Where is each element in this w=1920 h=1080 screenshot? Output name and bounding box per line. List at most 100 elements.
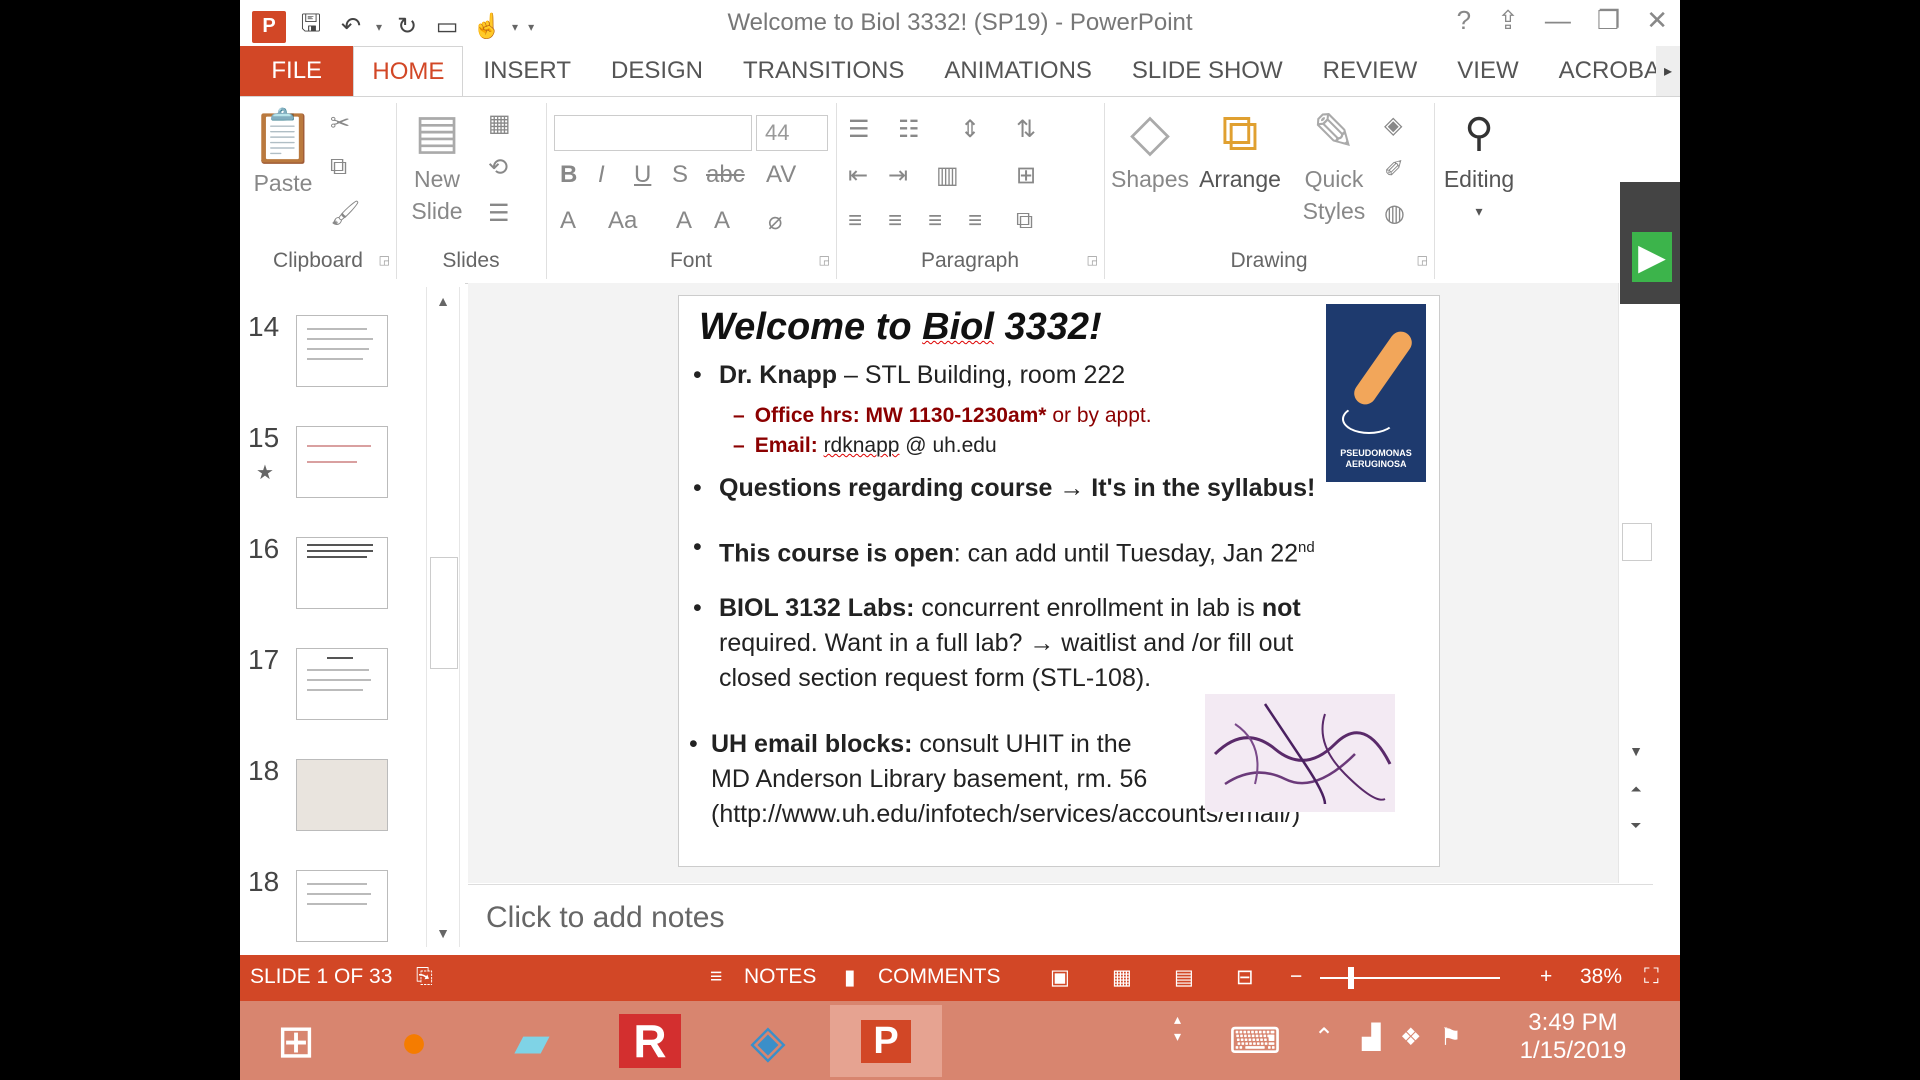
reading-view-icon[interactable]: ▤	[1174, 965, 1194, 990]
thumbnail-image[interactable]	[296, 537, 388, 609]
paste-button[interactable]: 📋 Paste	[248, 107, 318, 199]
thumbnail-scrollbar[interactable]: ▲ ▼	[426, 287, 460, 947]
shadow-icon[interactable]: S	[672, 161, 688, 189]
smartart-icon[interactable]: ⧉	[1016, 207, 1033, 235]
tab-review[interactable]: REVIEW	[1303, 46, 1438, 96]
layout-icon[interactable]: ▦	[488, 109, 511, 138]
file-explorer-icon[interactable]: ▰	[476, 1005, 588, 1077]
shape-fill-icon[interactable]: ◈	[1384, 111, 1402, 140]
format-painter-icon[interactable]: 🖌	[330, 199, 360, 228]
tab-animations[interactable]: ANIMATIONS	[924, 46, 1112, 96]
font-size-box[interactable]: 44	[756, 115, 828, 151]
tab-design[interactable]: DESIGN	[591, 46, 723, 96]
text-direction-icon[interactable]: ⇅	[1016, 115, 1036, 144]
notes-placeholder[interactable]: Click to add notes	[486, 901, 724, 935]
tab-slide-show[interactable]: SLIDE SHOW	[1112, 46, 1303, 96]
slide-title[interactable]: Welcome to Biol 3332!	[699, 306, 1102, 349]
bold-icon[interactable]: B	[560, 161, 577, 189]
change-case-icon[interactable]: Aa	[608, 207, 637, 235]
scroll-up-icon[interactable]: ▲	[427, 293, 459, 309]
shapes-button[interactable]: ◇ Shapes	[1110, 103, 1190, 195]
slide-sorter-icon[interactable]: ▦	[1112, 965, 1132, 990]
align-text-icon[interactable]: ⊞	[1016, 161, 1036, 190]
shape-outline-icon[interactable]: ✐	[1384, 155, 1404, 184]
network-icon[interactable]: ▟	[1362, 1023, 1380, 1052]
new-slide-button[interactable]: ▤ New Slide	[402, 103, 472, 227]
slideshow-view-icon[interactable]: ⊟	[1236, 965, 1254, 990]
numbering-icon[interactable]: ☷	[898, 115, 920, 144]
clear-formatting-icon[interactable]: ⌀	[768, 207, 782, 236]
play-icon[interactable]: ▶	[1632, 232, 1672, 282]
thumbnail-image[interactable]	[296, 426, 388, 498]
center-icon[interactable]: ≡	[888, 207, 902, 235]
character-spacing-icon[interactable]: AV	[766, 161, 796, 189]
align-left-icon[interactable]: ≡	[848, 207, 862, 235]
restore-icon[interactable]: ❐	[1597, 5, 1620, 36]
font-color-icon[interactable]: A	[560, 207, 576, 235]
reset-icon[interactable]: ⟲	[488, 153, 508, 182]
quick-styles-button[interactable]: ✎ Quick Styles	[1294, 103, 1374, 227]
tab-insert[interactable]: INSERT	[463, 46, 591, 96]
spell-check-icon[interactable]: ⎘	[416, 965, 433, 989]
decrease-indent-icon[interactable]: ⇤	[848, 161, 868, 190]
fit-to-window-icon[interactable]: ⛶	[1644, 965, 1659, 989]
help-icon[interactable]: ?	[1457, 5, 1471, 36]
underline-icon[interactable]: U	[634, 161, 651, 189]
scroll-down-icon[interactable]: ▼	[427, 925, 459, 941]
taskbar-scroll-icon[interactable]: ▴ ▾	[1174, 1011, 1181, 1045]
tab-view[interactable]: VIEW	[1437, 46, 1538, 96]
decrease-font-icon[interactable]: A	[714, 207, 730, 235]
drawing-launcher-icon[interactable]: ◲	[1417, 253, 1428, 267]
thumbnail-image[interactable]	[296, 648, 388, 720]
3d-app-icon[interactable]: ◈	[712, 1005, 824, 1077]
normal-view-icon[interactable]: ▣	[1050, 965, 1070, 990]
comments-button[interactable]: COMMENTS	[878, 965, 1001, 989]
zoom-in-icon[interactable]: +	[1540, 965, 1552, 989]
scroll-down-icon[interactable]: ▼	[1619, 743, 1653, 759]
thumbnail-image[interactable]	[296, 759, 388, 831]
shape-effects-icon[interactable]: ◍	[1384, 199, 1405, 228]
notes-button[interactable]: NOTES	[744, 965, 816, 989]
cut-icon[interactable]: ✂	[330, 109, 350, 138]
slide-canvas[interactable]: Welcome to Biol 3332! PSEUDOMONAS AERUGI…	[678, 295, 1440, 867]
clipboard-launcher-icon[interactable]: ◲	[379, 253, 390, 267]
increase-indent-icon[interactable]: ⇥	[888, 161, 908, 190]
dropbox-icon[interactable]: ❖	[1400, 1023, 1422, 1052]
comments-icon[interactable]: ▮	[844, 965, 856, 990]
minimize-icon[interactable]: —	[1545, 5, 1571, 36]
tab-file[interactable]: FILE	[240, 46, 354, 96]
paragraph-launcher-icon[interactable]: ◲	[1087, 253, 1098, 267]
thumbnail-image[interactable]	[296, 315, 388, 387]
align-right-icon[interactable]: ≡	[928, 207, 942, 235]
columns-icon[interactable]: ▥	[936, 161, 959, 190]
windows-start-icon[interactable]: ⊞	[240, 1005, 352, 1077]
next-slide-icon[interactable]: ⏷	[1619, 817, 1653, 834]
font-name-box[interactable]	[554, 115, 752, 151]
previous-slide-icon[interactable]: ⏶	[1619, 781, 1653, 798]
strikethrough-icon[interactable]: abc	[706, 161, 745, 189]
editor-scrollbar-thumb[interactable]	[1622, 523, 1652, 561]
section-icon[interactable]: ☰	[488, 199, 510, 228]
tabs-scroll-right-icon[interactable]: ▸	[1656, 46, 1680, 96]
notes-toggle-icon[interactable]: ≡	[710, 965, 722, 989]
italic-icon[interactable]: I	[598, 161, 605, 189]
justify-icon[interactable]: ≡	[968, 207, 982, 235]
tab-home[interactable]: HOME	[353, 46, 464, 96]
thumbnail-image[interactable]	[296, 870, 388, 942]
taskbar-clock[interactable]: 3:49 PM 1/15/2019	[1508, 1009, 1638, 1065]
r-app-icon[interactable]: R	[594, 1005, 706, 1077]
powerpoint-taskbar-icon[interactable]: P	[830, 1005, 942, 1077]
zoom-slider-thumb[interactable]	[1348, 967, 1354, 989]
zoom-out-icon[interactable]: −	[1290, 965, 1302, 989]
firefox-icon[interactable]: ●	[358, 1005, 470, 1077]
arrange-button[interactable]: ⧉ Arrange	[1190, 103, 1290, 195]
line-spacing-icon[interactable]: ⇕	[960, 115, 980, 144]
increase-font-icon[interactable]: A	[676, 207, 692, 235]
tab-transitions[interactable]: TRANSITIONS	[723, 46, 924, 96]
show-hidden-icons-icon[interactable]: ⌃	[1314, 1023, 1334, 1052]
ribbon-display-options-icon[interactable]: ⇪	[1497, 5, 1519, 36]
scrollbar-thumb[interactable]	[430, 557, 458, 669]
zoom-slider[interactable]	[1320, 977, 1500, 979]
zoom-level[interactable]: 38%	[1580, 965, 1622, 989]
touch-keyboard-icon[interactable]: ⌨	[1215, 1005, 1295, 1077]
